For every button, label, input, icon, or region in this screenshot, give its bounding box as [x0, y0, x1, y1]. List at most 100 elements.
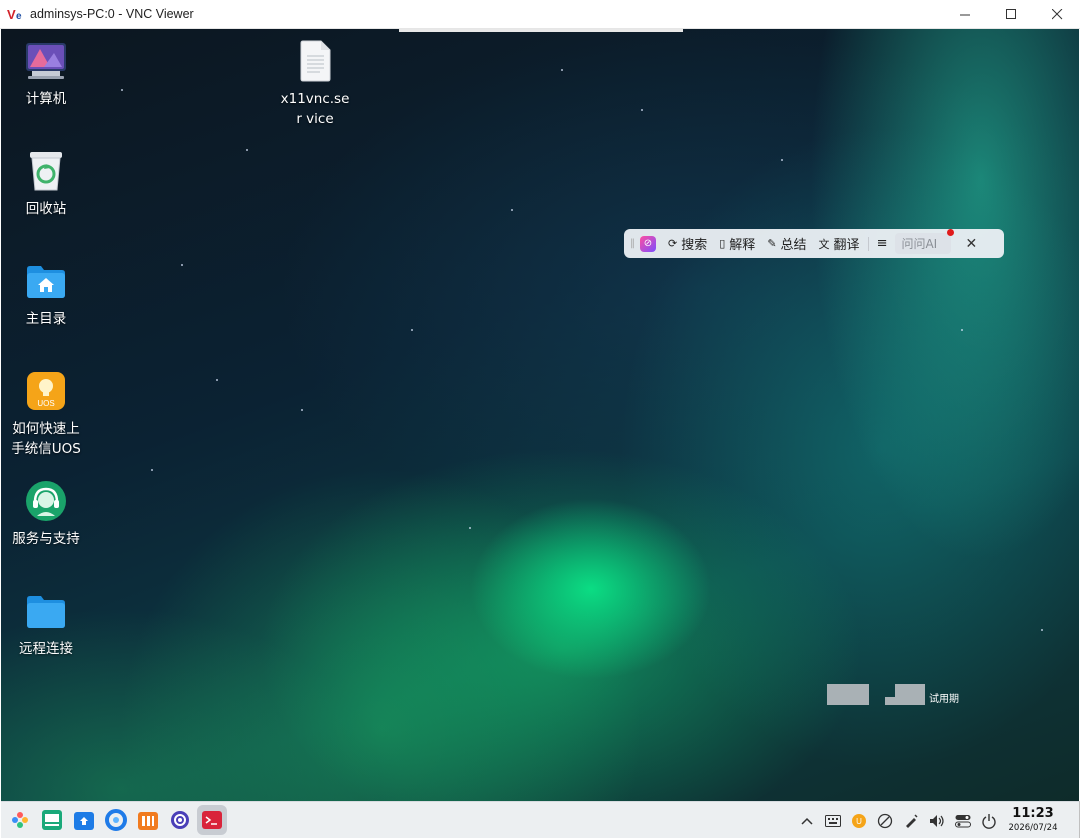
computer-icon: [24, 39, 68, 83]
minimize-icon: [959, 14, 970, 16]
star: [246, 149, 248, 151]
desktop-icon-service[interactable]: 服务与支持: [1, 479, 91, 549]
desktop-icon-remote[interactable]: 远程连接: [1, 589, 91, 659]
trash-icon: [24, 149, 68, 193]
star: [561, 69, 563, 71]
star: [411, 329, 413, 331]
file-manager-button[interactable]: [133, 805, 163, 835]
uos-ai-icon[interactable]: U: [847, 809, 871, 833]
window-controls: [942, 0, 1080, 29]
ai-translate-label: 翻译: [833, 238, 860, 253]
settings-icon: [171, 811, 189, 829]
top-drop-strip: [399, 29, 683, 32]
close-button[interactable]: [1034, 0, 1080, 29]
ai-explain-label: 解释: [729, 238, 756, 253]
svg-text:V: V: [7, 7, 16, 21]
translate-icon: 文: [818, 237, 830, 251]
ai-search-label: 搜索: [681, 238, 708, 253]
star: [641, 109, 643, 111]
pen-icon[interactable]: [899, 809, 923, 833]
desktop-icon-label: 如何快速上手统信UOS: [11, 421, 81, 457]
text-file-icon: [293, 39, 337, 83]
close-icon[interactable]: ✕: [965, 236, 977, 252]
desktop-icon-label: 回收站: [25, 201, 67, 217]
star: [181, 264, 183, 266]
taskbar: U 11:23 2026/07/24: [1, 801, 1079, 838]
support-headset-icon: [24, 479, 68, 523]
redacted-block: [885, 697, 895, 705]
ask-ai-input[interactable]: 问问AI: [895, 229, 955, 254]
launcher-icon: [12, 812, 28, 828]
terminal-icon: [202, 811, 222, 829]
volume-icon[interactable]: [925, 809, 949, 833]
explain-icon: ▯: [719, 237, 726, 250]
clock-time: 11:23: [1012, 806, 1054, 821]
search-icon: ⟳: [668, 237, 678, 250]
settings-button[interactable]: [165, 805, 195, 835]
trial-text: 试用期: [929, 694, 959, 705]
title-bar[interactable]: Ve adminsys-PC:0 - VNC Viewer: [0, 0, 1080, 29]
redacted-block: [895, 684, 925, 705]
maximize-button[interactable]: [988, 0, 1034, 29]
divider: [867, 236, 869, 251]
star: [469, 527, 471, 529]
ai-summary-button[interactable]: ✎ 总结: [767, 234, 806, 253]
desktop-icon-label: 主目录: [25, 311, 67, 327]
uos-bulb-icon: UOS: [24, 369, 68, 413]
desktop-icon-home[interactable]: 主目录: [1, 259, 91, 329]
clock[interactable]: 11:23 2026/07/24: [1005, 806, 1061, 834]
file-manager-icon: [138, 812, 158, 830]
desktop-icon-label: 远程连接: [19, 641, 73, 657]
svg-text:U: U: [856, 817, 862, 826]
ai-explain-button[interactable]: ▯ 解释: [719, 234, 755, 253]
trial-watermark: 试用期: [827, 684, 959, 705]
assistant-icon[interactable]: [873, 809, 897, 833]
folder-icon: [24, 589, 68, 633]
star: [301, 409, 303, 411]
close-icon: [1051, 9, 1062, 20]
window-title: adminsys-PC:0 - VNC Viewer: [30, 7, 194, 21]
star: [216, 379, 218, 381]
ai-assistant-toolbar: ‖ ⊘ ⟳ 搜索 ▯ 解释 ✎ 总结 文翻译 ≡ 问问AI ✕: [624, 229, 1004, 258]
maximize-icon: [1005, 9, 1016, 19]
desktop-icon-label: x11vnc.ser vice: [280, 91, 350, 127]
vnc-viewer-window: Ve adminsys-PC:0 - VNC Viewer 计算机 回收站 主目…: [0, 0, 1080, 839]
power-icon[interactable]: [977, 809, 1001, 833]
browser-icon: [105, 809, 127, 831]
star: [511, 209, 513, 211]
browser-button[interactable]: [101, 805, 131, 835]
redacted-block: [827, 684, 869, 705]
menu-icon[interactable]: ≡: [877, 236, 888, 251]
multitask-view-button[interactable]: [37, 805, 67, 835]
star: [1041, 629, 1043, 631]
control-center-icon[interactable]: [951, 809, 975, 833]
ai-translate-button[interactable]: 文翻译: [818, 234, 860, 254]
keyboard-icon[interactable]: [821, 809, 845, 833]
desktop-icon-label: 服务与支持: [12, 531, 80, 547]
star: [781, 159, 783, 161]
terminal-button[interactable]: [197, 805, 227, 835]
app-store-icon: [74, 812, 94, 830]
desktop-icon-trash[interactable]: 回收站: [1, 149, 91, 219]
minimize-button[interactable]: [942, 0, 988, 29]
ask-ai-placeholder: 问问AI: [901, 237, 938, 251]
uos-ai-icon[interactable]: ⊘: [640, 235, 656, 252]
remote-desktop[interactable]: 计算机 回收站 主目录 UOS 如何快速上手统信UOS 服务与支持 远程连接 x…: [1, 29, 1079, 801]
star: [961, 329, 963, 331]
desktop-icon-computer[interactable]: 计算机: [1, 39, 91, 109]
multitask-view-icon: [42, 810, 62, 830]
ai-search-button[interactable]: ⟳ 搜索: [668, 234, 707, 253]
desktop-icon-uos-guide[interactable]: UOS 如何快速上手统信UOS: [1, 369, 91, 459]
chevron-up-icon[interactable]: [795, 809, 819, 833]
clock-date: 2026/07/24: [1008, 823, 1058, 833]
vnc-logo-icon: Ve: [7, 5, 25, 23]
notification-dot: [947, 229, 955, 236]
desktop-icon-x11vnc-file[interactable]: x11vnc.ser vice: [270, 39, 360, 129]
svg-text:e: e: [16, 11, 22, 21]
app-store-button[interactable]: [69, 805, 99, 835]
star: [151, 469, 153, 471]
home-folder-icon: [24, 259, 68, 303]
launcher-button[interactable]: [5, 805, 35, 835]
drag-handle-icon[interactable]: ‖: [630, 238, 635, 249]
system-tray: U: [793, 802, 1001, 839]
